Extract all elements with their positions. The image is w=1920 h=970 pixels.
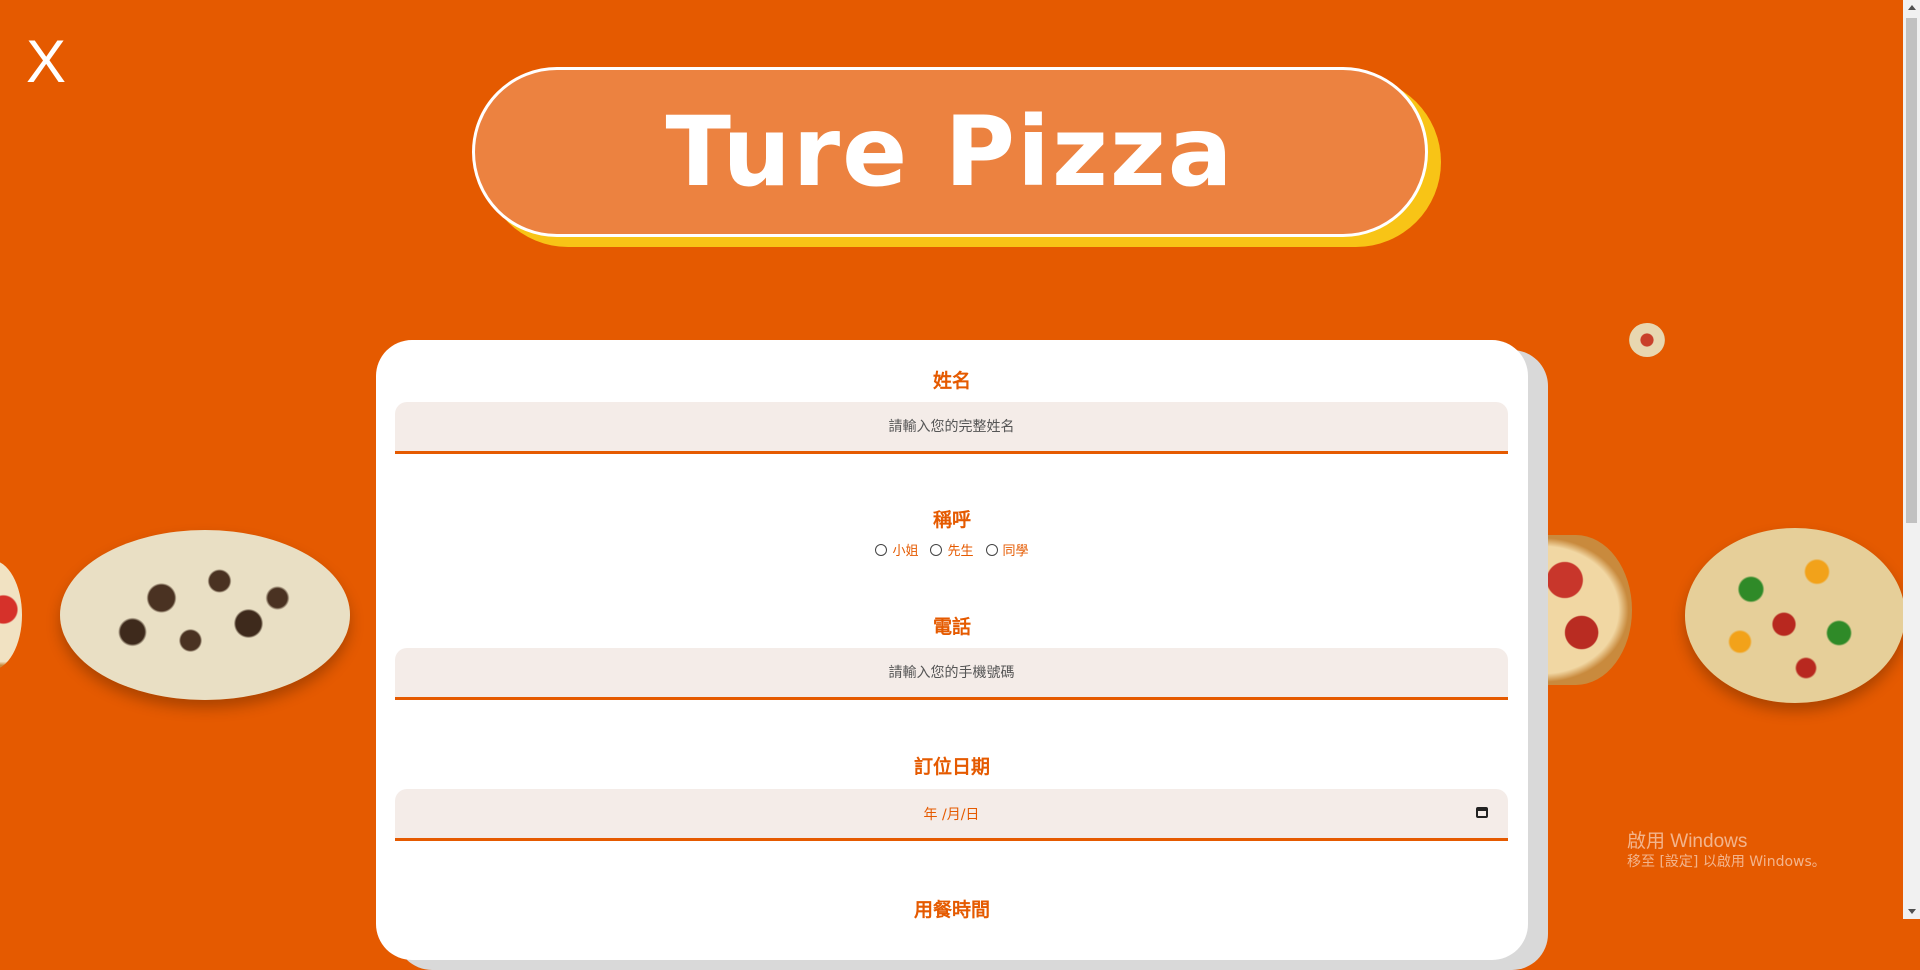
salutation-option-student[interactable]: 同學 xyxy=(985,540,1029,559)
radio-button[interactable] xyxy=(875,543,888,556)
radio-label: 小姐 xyxy=(892,544,919,559)
salutation-option-miss[interactable]: 小姐 xyxy=(875,540,918,559)
phone-label: 電話 xyxy=(932,616,971,638)
vertical-scrollbar[interactable] xyxy=(1903,0,1920,919)
phone-input[interactable] xyxy=(395,648,1508,700)
pizza-image-veggie xyxy=(1685,528,1905,703)
name-input[interactable] xyxy=(395,402,1508,454)
reservation-form: 姓名 稱呼 小姐 先生 同學 電話 訂位日期 年 /月/日 用餐時間 xyxy=(376,340,1528,960)
date-value: 年 /月/日 xyxy=(923,806,980,823)
date-label: 訂位日期 xyxy=(913,756,990,778)
pizza-image-left-edge xyxy=(0,560,22,670)
windows-activation-title: 啟用 Windows xyxy=(1627,831,1748,852)
date-input[interactable]: 年 /月/日 xyxy=(395,789,1508,841)
radio-label: 同學 xyxy=(1002,544,1029,559)
radio-button[interactable] xyxy=(930,543,943,556)
brand-title: Ture Pizza xyxy=(665,96,1235,208)
calendar-icon[interactable] xyxy=(1476,807,1488,818)
scroll-down-arrow-icon[interactable] xyxy=(1908,909,1916,914)
pizza-image-mushroom xyxy=(60,530,350,700)
scroll-up-arrow-icon[interactable] xyxy=(1908,5,1916,10)
name-label: 姓名 xyxy=(932,370,971,392)
pizza-image-small xyxy=(1629,323,1665,357)
salutation-radio-group: 小姐 先生 同學 xyxy=(376,540,1528,559)
salutation-option-mr[interactable]: 先生 xyxy=(930,540,974,559)
close-button[interactable]: X xyxy=(26,30,66,94)
radio-label: 先生 xyxy=(947,544,974,559)
windows-activation-subtitle: 移至 [設定] 以啟用 Windows。 xyxy=(1627,854,1826,870)
radio-button[interactable] xyxy=(985,543,998,556)
salutation-label: 稱呼 xyxy=(932,509,971,531)
scrollbar-thumb[interactable] xyxy=(1906,18,1917,523)
time-label: 用餐時間 xyxy=(913,899,990,921)
title-banner: Ture Pizza xyxy=(472,67,1428,237)
